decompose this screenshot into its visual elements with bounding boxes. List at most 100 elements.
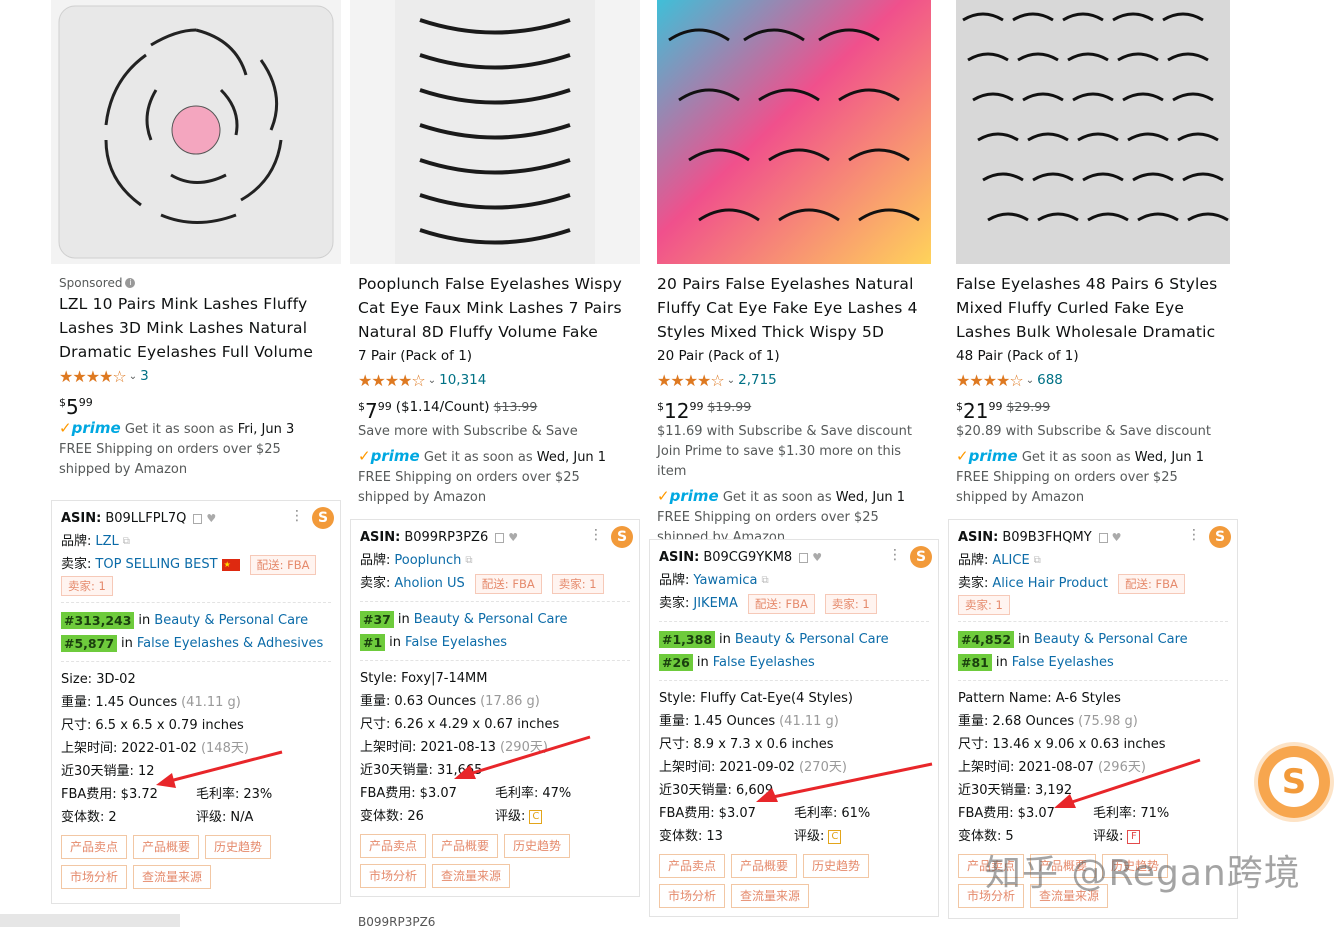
more-options-icon[interactable]: ⋮ [290,509,304,523]
more-options-icon[interactable]: ⋮ [589,528,603,542]
rating[interactable]: ★★★★☆ ⌄ 10,314 [358,368,632,392]
product-card-3[interactable]: 20 Pairs False Eyelashes Natural Fluffy … [649,0,939,548]
fulfillment-tag: 配送: FBA [474,573,542,594]
seller-link[interactable]: JIKEMA [693,592,738,615]
brand-link[interactable]: ALICE [992,549,1029,572]
brand-link[interactable]: Yawamica [693,569,757,592]
style: Style: Foxy|7-14MM [360,671,488,686]
rating[interactable]: ★★★★☆ ⌄ 3 [59,364,333,388]
extension-logo-icon[interactable]: S [611,526,633,548]
copy-icon[interactable] [193,513,203,524]
copy-icon[interactable] [799,552,809,563]
product-image[interactable] [51,0,341,264]
market-analysis-button[interactable]: 市场分析 [360,864,427,888]
chevron-down-icon[interactable]: ⌄ [129,371,137,382]
fba-fee: $3.07 [718,806,756,821]
seller-link[interactable]: Aholion US [394,572,464,595]
floating-extension-button[interactable]: S [1258,746,1330,818]
product-title[interactable]: False Eyelashes 48 Pairs 6 Styles Mixed … [956,272,1230,344]
product-card-2[interactable]: Pooplunch False Eyelashes Wispy Cat Eye … [350,0,640,508]
brand-link[interactable]: Pooplunch [394,549,461,572]
heart-icon[interactable]: ♥ [1112,526,1122,549]
product-title[interactable]: Pooplunch False Eyelashes Wispy Cat Eye … [358,272,632,344]
selling-points-button[interactable]: 产品卖点 [659,854,726,878]
summary-button[interactable]: 产品概要 [432,834,499,858]
prime-savings[interactable]: Join Prime to save $1.30 more on this it… [657,442,931,482]
seller-link[interactable]: TOP SELLING BEST [95,553,217,576]
star-rating-icon: ★★★★☆ [657,370,725,390]
heart-icon[interactable]: ♥ [206,507,216,530]
delivery-date: Wed, Jun 1 [835,490,906,505]
category-link[interactable]: Beauty & Personal Care [154,609,308,632]
more-options-icon[interactable]: ⋮ [1187,528,1201,542]
subscribe-save[interactable]: Save more with Subscribe & Save [358,422,632,442]
history-trend-button[interactable]: 历史趋势 [504,834,571,858]
brand-link[interactable]: LZL [95,530,118,553]
selling-points-button[interactable]: 产品卖点 [61,835,128,859]
category-link[interactable]: Beauty & Personal Care [1034,628,1188,651]
rating[interactable]: ★★★★☆ ⌄ 688 [956,368,1230,392]
rating-count[interactable]: 10,314 [439,372,486,388]
product-image[interactable] [948,0,1238,264]
market-analysis-button[interactable]: 市场分析 [659,884,726,908]
seller-link[interactable]: Alice Hair Product [992,572,1108,595]
history-trend-button[interactable]: 历史趋势 [803,854,870,878]
external-link-icon[interactable]: ⧉ [123,530,130,553]
chevron-down-icon[interactable]: ⌄ [428,375,436,386]
fba-fee: $3.72 [120,787,158,802]
chevron-down-icon[interactable]: ⌄ [727,375,735,386]
price[interactable]: $599 [59,390,93,420]
subscribe-save[interactable]: $20.89 with Subscribe & Save discount [956,422,1230,442]
traffic-source-button[interactable]: 查流量来源 [133,865,212,889]
product-card-4[interactable]: False Eyelashes 48 Pairs 6 Styles Mixed … [948,0,1238,508]
category-link[interactable]: False Eyelashes & Adhesives [137,632,323,655]
extension-logo-icon[interactable]: S [312,507,334,529]
asin-value: B09LLFPL7Q [105,511,187,526]
external-link-icon[interactable]: ⧉ [1034,549,1041,572]
product-card-1[interactable]: Sponsored i LZL 10 Pairs Mink Lashes Fluf… [51,0,341,480]
category-link[interactable]: False Eyelashes [1012,651,1114,674]
history-trend-button[interactable]: 历史趋势 [205,835,272,859]
rank-badge: #37 [360,611,394,628]
price[interactable]: $2199 [956,394,1002,424]
copy-icon[interactable] [495,532,505,543]
delivery-line: ✓prime Get it as soon as Wed, Jun 1 [657,487,906,505]
product-image[interactable] [350,0,640,264]
asin-value: B099RP3PZ6 [404,530,489,545]
info-icon[interactable]: i [125,278,136,288]
external-link-icon[interactable]: ⧉ [465,549,472,572]
rating[interactable]: ★★★★☆ ⌄ 2,715 [657,368,931,392]
heart-icon[interactable]: ♥ [812,546,822,569]
rating-count[interactable]: 688 [1037,372,1063,388]
category-link[interactable]: False Eyelashes [713,651,815,674]
category-link[interactable]: False Eyelashes [405,631,507,654]
traffic-source-button[interactable]: 查流量来源 [731,884,810,908]
asin-value: B09CG9YKM8 [703,550,793,565]
summary-button[interactable]: 产品概要 [731,854,798,878]
extension-logo-icon[interactable]: S [1209,526,1231,548]
external-link-icon[interactable]: ⧉ [762,569,769,592]
rating-count[interactable]: 2,715 [738,372,777,388]
subscribe-save[interactable]: $11.69 with Subscribe & Save discount [657,422,931,442]
price[interactable]: $1299 [657,394,703,424]
heart-icon[interactable]: ♥ [508,526,518,549]
scrollbar-stub[interactable] [0,914,180,927]
category-link[interactable]: Beauty & Personal Care [735,628,889,651]
chevron-down-icon[interactable]: ⌄ [1026,375,1034,386]
price[interactable]: $799 [358,394,392,424]
more-options-icon[interactable]: ⋮ [888,548,902,562]
product-title[interactable]: LZL 10 Pairs Mink Lashes Fluffy Lashes 3… [59,292,333,364]
summary-button[interactable]: 产品概要 [133,835,200,859]
traffic-source-button[interactable]: 查流量来源 [432,864,511,888]
style: Pattern Name: A-6 Styles [958,691,1121,706]
extension-logo-icon[interactable]: S [910,546,932,568]
rank-badge: #1 [360,634,386,651]
category-link[interactable]: Beauty & Personal Care [414,608,568,631]
product-image[interactable] [649,0,939,264]
product-title[interactable]: 20 Pairs False Eyelashes Natural Fluffy … [657,272,931,344]
selling-points-button[interactable]: 产品卖点 [360,834,427,858]
rating-count[interactable]: 3 [140,368,149,384]
rank-badge: #81 [958,654,992,671]
market-analysis-button[interactable]: 市场分析 [61,865,128,889]
copy-icon[interactable] [1098,532,1108,543]
